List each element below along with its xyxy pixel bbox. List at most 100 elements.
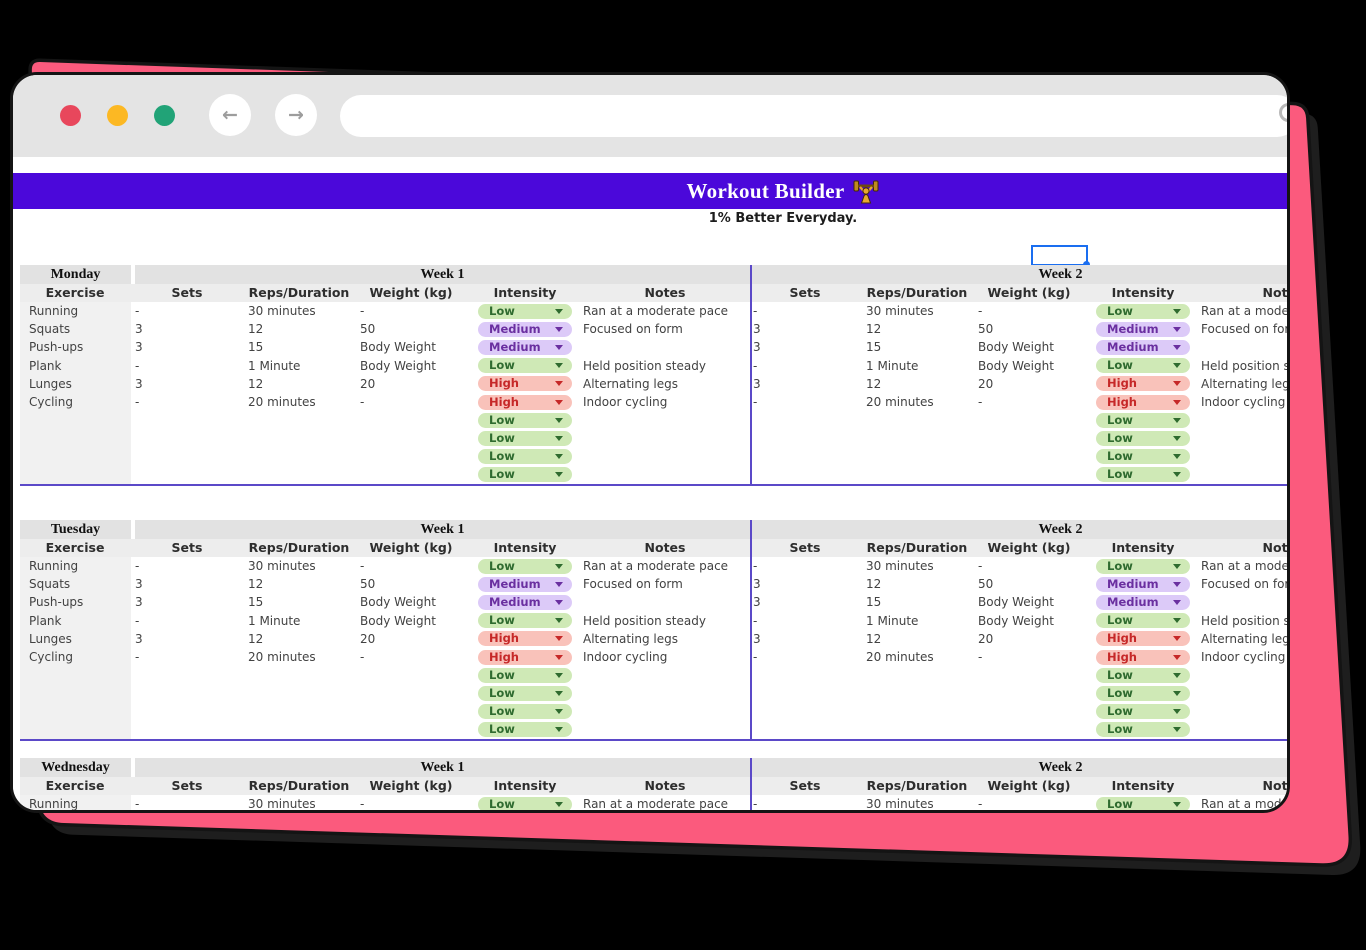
cell-weight[interactable]: 50 xyxy=(978,320,993,338)
cell-notes[interactable]: Focused on form xyxy=(1201,575,1290,593)
cell-weight[interactable]: Body Weight xyxy=(360,593,436,611)
cell-reps[interactable]: 30 minutes xyxy=(866,557,934,575)
intensity-select[interactable]: Low xyxy=(1096,797,1190,812)
cell-sets[interactable]: - xyxy=(135,648,139,666)
intensity-select[interactable]: Medium xyxy=(1096,577,1190,592)
cell-sets[interactable]: 3 xyxy=(135,375,143,393)
cell-reps[interactable]: 12 xyxy=(248,630,263,648)
cell-reps[interactable]: 12 xyxy=(248,320,263,338)
cell-exercise[interactable]: Squats xyxy=(29,320,70,338)
intensity-select[interactable]: Low xyxy=(1096,686,1190,701)
cell-weight[interactable]: Body Weight xyxy=(978,338,1054,356)
cell-weight[interactable]: - xyxy=(360,795,364,813)
cell-notes[interactable]: Ran at a moderate pace xyxy=(583,795,728,813)
cell-weight[interactable]: 20 xyxy=(360,375,375,393)
cell-exercise[interactable]: Plank xyxy=(29,357,61,375)
cell-weight[interactable]: 20 xyxy=(978,630,993,648)
intensity-select[interactable]: Medium xyxy=(478,340,572,355)
cell-sets[interactable]: 3 xyxy=(135,338,143,356)
cell-notes[interactable]: Alternating legs xyxy=(583,375,678,393)
cell-sets[interactable]: 3 xyxy=(753,375,761,393)
cell-reps[interactable]: 20 minutes xyxy=(248,393,316,411)
intensity-select[interactable]: Medium xyxy=(1096,340,1190,355)
cell-weight[interactable]: - xyxy=(360,648,364,666)
cell-sets[interactable]: 3 xyxy=(753,338,761,356)
cell-notes[interactable]: Alternating legs xyxy=(583,630,678,648)
intensity-select[interactable]: Low xyxy=(1096,413,1190,428)
cell-weight[interactable]: - xyxy=(360,302,364,320)
intensity-select[interactable]: High xyxy=(1096,395,1190,410)
cell-weight[interactable]: - xyxy=(360,557,364,575)
traffic-light-maximize-button[interactable] xyxy=(154,105,175,126)
cell-sets[interactable]: - xyxy=(135,612,139,630)
intensity-select[interactable]: High xyxy=(1096,650,1190,665)
cell-reps[interactable]: 15 xyxy=(866,593,881,611)
cell-notes[interactable]: Held position steady xyxy=(1201,357,1290,375)
cell-reps[interactable]: 15 xyxy=(248,593,263,611)
cell-sets[interactable]: 3 xyxy=(753,593,761,611)
intensity-select[interactable]: Low xyxy=(1096,304,1190,319)
cell-reps[interactable]: 20 minutes xyxy=(866,393,934,411)
cell-reps[interactable]: 20 minutes xyxy=(248,648,316,666)
cell-exercise[interactable]: Push-ups xyxy=(29,338,83,356)
cell-notes[interactable]: Focused on form xyxy=(583,320,683,338)
cell-exercise[interactable]: Running xyxy=(29,302,78,320)
cell-reps[interactable]: 12 xyxy=(866,630,881,648)
intensity-select[interactable]: Low xyxy=(478,413,572,428)
cell-weight[interactable]: Body Weight xyxy=(360,612,436,630)
selected-cell[interactable] xyxy=(1031,245,1088,266)
intensity-select[interactable]: Low xyxy=(478,722,572,737)
intensity-select[interactable]: High xyxy=(1096,631,1190,646)
cell-reps[interactable]: 30 minutes xyxy=(248,557,316,575)
cell-sets[interactable]: - xyxy=(753,795,757,813)
cell-weight[interactable]: 20 xyxy=(360,630,375,648)
cell-exercise[interactable]: Squats xyxy=(29,575,70,593)
cell-notes[interactable]: Indoor cycling xyxy=(1201,393,1285,411)
intensity-select[interactable]: Low xyxy=(478,613,572,628)
cell-weight[interactable]: - xyxy=(978,557,982,575)
cell-reps[interactable]: 12 xyxy=(248,575,263,593)
intensity-select[interactable]: Low xyxy=(1096,467,1190,482)
intensity-select[interactable]: Low xyxy=(478,449,572,464)
cell-weight[interactable]: - xyxy=(978,393,982,411)
cell-weight[interactable]: Body Weight xyxy=(978,357,1054,375)
intensity-select[interactable]: Low xyxy=(1096,668,1190,683)
traffic-light-minimize-button[interactable] xyxy=(107,105,128,126)
intensity-select[interactable]: High xyxy=(478,395,572,410)
cell-exercise[interactable]: Cycling xyxy=(29,393,73,411)
url-bar[interactable] xyxy=(340,95,1290,137)
intensity-select[interactable]: Low xyxy=(1096,431,1190,446)
cell-reps[interactable]: 1 Minute xyxy=(248,357,300,375)
intensity-select[interactable]: Low xyxy=(1096,722,1190,737)
cell-sets[interactable]: 3 xyxy=(753,320,761,338)
cell-weight[interactable]: - xyxy=(978,648,982,666)
cell-weight[interactable]: 50 xyxy=(978,575,993,593)
cell-exercise[interactable]: Plank xyxy=(29,612,61,630)
cell-reps[interactable]: 12 xyxy=(866,375,881,393)
cell-sets[interactable]: - xyxy=(135,357,139,375)
cell-reps[interactable]: 1 Minute xyxy=(866,612,918,630)
cell-reps[interactable]: 30 minutes xyxy=(248,795,316,813)
cell-sets[interactable]: - xyxy=(753,393,757,411)
cell-sets[interactable]: - xyxy=(135,302,139,320)
cell-reps[interactable]: 12 xyxy=(248,375,263,393)
cell-reps[interactable]: 30 minutes xyxy=(248,302,316,320)
cell-reps[interactable]: 12 xyxy=(866,575,881,593)
traffic-light-close-button[interactable] xyxy=(60,105,81,126)
cell-notes[interactable]: Ran at a moderate pace xyxy=(583,557,728,575)
intensity-select[interactable]: High xyxy=(478,631,572,646)
cell-sets[interactable]: - xyxy=(135,393,139,411)
cell-exercise[interactable]: Lunges xyxy=(29,375,72,393)
intensity-select[interactable]: Low xyxy=(478,704,572,719)
cell-exercise[interactable]: Running xyxy=(29,557,78,575)
intensity-select[interactable]: Medium xyxy=(1096,322,1190,337)
cell-exercise[interactable]: Lunges xyxy=(29,630,72,648)
cell-notes[interactable]: Indoor cycling xyxy=(583,648,667,666)
cell-reps[interactable]: 12 xyxy=(866,320,881,338)
cell-reps[interactable]: 15 xyxy=(248,338,263,356)
cell-sets[interactable]: - xyxy=(753,612,757,630)
cell-reps[interactable]: 1 Minute xyxy=(248,612,300,630)
cell-notes[interactable]: Held position steady xyxy=(583,357,706,375)
cell-weight[interactable]: Body Weight xyxy=(978,593,1054,611)
cell-weight[interactable]: - xyxy=(360,393,364,411)
